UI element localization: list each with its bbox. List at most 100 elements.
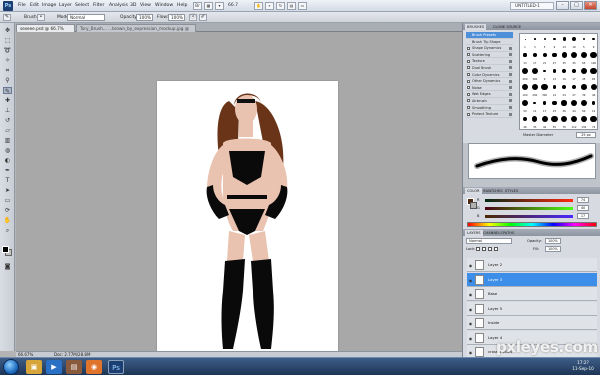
- layer-row[interactable]: ◉ Base: [467, 287, 597, 301]
- brush-preset-cell[interactable]: 17: [569, 66, 579, 81]
- start-button[interactable]: [3, 359, 19, 375]
- minimize-button[interactable]: –: [556, 1, 569, 10]
- brush-preset-cell[interactable]: 55: [549, 114, 559, 129]
- history-brush-tool-icon[interactable]: ↺: [3, 117, 12, 124]
- crop-tool-icon[interactable]: ⌗: [3, 67, 12, 74]
- brush-preset-cell[interactable]: 5: [579, 34, 589, 49]
- brush-preset-cell[interactable]: 9: [540, 66, 550, 81]
- brush-presets-item[interactable]: Brush Presets: [466, 32, 513, 39]
- brush-preset-cell[interactable]: 74: [589, 114, 599, 129]
- master-diameter-field[interactable]: 25 px: [576, 132, 596, 138]
- photoshop-icon[interactable]: Ps: [108, 360, 124, 374]
- layer-visibility-icon[interactable]: ◉: [468, 292, 473, 297]
- layer-visibility-icon[interactable]: ◉: [468, 350, 473, 355]
- firefox-icon[interactable]: ◉: [86, 360, 102, 374]
- airbrush-toggle-icon[interactable]: ⓐ: [189, 14, 197, 21]
- layer-row[interactable]: ◉ Layer 2: [467, 258, 597, 272]
- opacity-field[interactable]: 100%: [136, 14, 153, 21]
- color-spectrum-bar[interactable]: [467, 222, 597, 227]
- lock-all-icon[interactable]: [494, 247, 498, 251]
- blue-value[interactable]: 17: [577, 213, 589, 219]
- menu-3d[interactable]: 3D: [130, 2, 136, 10]
- menu-edit[interactable]: Edit: [30, 2, 39, 10]
- other-dynamics-item[interactable]: Other Dynamics: [466, 78, 513, 85]
- scattering-item[interactable]: Scattering: [466, 52, 513, 59]
- brush-preset-cell[interactable]: 23: [549, 98, 559, 113]
- pen-tool-icon[interactable]: ✒: [3, 167, 12, 174]
- brush-preset-cell[interactable]: 19: [559, 66, 569, 81]
- brush-preset-cell[interactable]: 70: [559, 114, 569, 129]
- zoom-level[interactable]: 66.7: [228, 2, 238, 10]
- brush-preset-cell[interactable]: 13: [559, 34, 569, 49]
- brush-preset-cell[interactable]: 19: [569, 34, 579, 49]
- brush-preset-cell[interactable]: 13: [520, 50, 530, 65]
- smoothing-item[interactable]: Smoothing: [466, 105, 513, 112]
- fill-field[interactable]: 100%: [545, 246, 561, 252]
- blend-mode-select[interactable]: Normal: [466, 238, 512, 244]
- workspace-switcher[interactable]: UNTITLED-1: [510, 2, 554, 10]
- brush-preset-cell[interactable]: 46: [589, 82, 599, 97]
- menu-select[interactable]: Select: [75, 2, 89, 10]
- view-extras-icon[interactable]: ▦: [204, 2, 213, 10]
- menu-image[interactable]: Image: [42, 2, 56, 10]
- eraser-tool-icon[interactable]: ▱: [3, 127, 12, 134]
- layer-visibility-icon[interactable]: ◉: [468, 307, 473, 312]
- quick-select-tool-icon[interactable]: ✧: [3, 57, 12, 64]
- tab-sexeee-psd[interactable]: sexeee.psd @ 66.7% (Layer 3, RGB/8#) *: [16, 24, 75, 38]
- move-tool-icon[interactable]: ✥: [3, 27, 12, 34]
- brush-preset-cell[interactable]: 3: [530, 34, 540, 49]
- explorer-icon[interactable]: ▣: [26, 360, 42, 374]
- noise-item[interactable]: Noise: [466, 85, 513, 92]
- media-player-icon[interactable]: ▶: [46, 360, 62, 374]
- foreground-color-swatch[interactable]: [2, 246, 9, 253]
- brush-preset-cell[interactable]: 59: [520, 98, 530, 113]
- layer-row[interactable]: ◉ Layer 3: [467, 272, 597, 287]
- zoom-dropdown-icon[interactable]: ▾: [215, 2, 224, 10]
- dodge-tool-icon[interactable]: ◐: [3, 157, 12, 164]
- hand-tool-icon[interactable]: ✋: [3, 217, 12, 224]
- brush-preset-cell[interactable]: 100: [589, 50, 599, 65]
- brush-picker-icon[interactable]: •: [37, 14, 45, 21]
- brush-preset-cell[interactable]: 65: [589, 66, 599, 81]
- wet-edges-item[interactable]: Wet Edges: [466, 91, 513, 98]
- brush-preset-cell[interactable]: 36: [559, 98, 569, 113]
- brush-preset-cell[interactable]: 9: [549, 34, 559, 49]
- brush-preset-cell[interactable]: 33: [530, 114, 540, 129]
- 3d-rotate-tool-icon[interactable]: ⟳: [3, 207, 12, 214]
- menu-file[interactable]: File: [18, 2, 26, 10]
- protect-texture-item[interactable]: Protect Texture: [466, 111, 513, 118]
- lock-pixels-icon[interactable]: [482, 247, 486, 251]
- document-canvas[interactable]: [157, 81, 338, 368]
- brush-preset-cell[interactable]: 200: [530, 82, 540, 97]
- brush-preset-cell[interactable]: 14: [589, 98, 599, 113]
- brush-preset-cell[interactable]: 35: [559, 50, 569, 65]
- lock-position-icon[interactable]: [488, 247, 492, 251]
- path-select-tool-icon[interactable]: ➤: [3, 187, 12, 194]
- brush-preset-cell[interactable]: 14: [549, 82, 559, 97]
- brush-preset-cell[interactable]: 26: [520, 114, 530, 129]
- brush-preset-cell[interactable]: 17: [540, 98, 550, 113]
- brush-preset-cell[interactable]: 134: [579, 114, 589, 129]
- brush-preset-cell[interactable]: 60: [579, 98, 589, 113]
- menu-analysis[interactable]: Analysis: [109, 2, 128, 10]
- screen-mode-icon[interactable]: ▭: [298, 2, 307, 10]
- brush-tool-icon[interactable]: ✎: [3, 87, 12, 95]
- folder-icon[interactable]: ▤: [66, 360, 82, 374]
- brush-preset-cell[interactable]: 13: [549, 66, 559, 81]
- brush-preset-cell[interactable]: 42: [540, 114, 550, 129]
- menu-filter[interactable]: Filter: [93, 2, 104, 10]
- color-bg-swatch[interactable]: [470, 202, 477, 209]
- brush-preset-grid[interactable]: 1 3 5 9 13 19 5 9 13 17 21 27 35 45 65 100 200 300 9 13 19 17…: [519, 33, 598, 130]
- maximize-button[interactable]: □: [570, 1, 583, 10]
- brush-preset-cell[interactable]: 300: [530, 66, 540, 81]
- menu-layer[interactable]: Layer: [59, 2, 72, 10]
- close-button[interactable]: ✕: [584, 1, 597, 10]
- color-dynamics-item[interactable]: Color Dynamics: [466, 72, 513, 79]
- texture-item[interactable]: Texture: [466, 58, 513, 65]
- layer-visibility-icon[interactable]: ◉: [468, 263, 473, 268]
- clone-stamp-tool-icon[interactable]: ⊥: [3, 107, 12, 114]
- layer-visibility-icon[interactable]: ◉: [468, 336, 473, 341]
- launch-bridge-icon[interactable]: Br: [193, 2, 202, 10]
- menu-window[interactable]: Window: [155, 2, 173, 10]
- mode-select[interactable]: Normal: [67, 14, 105, 21]
